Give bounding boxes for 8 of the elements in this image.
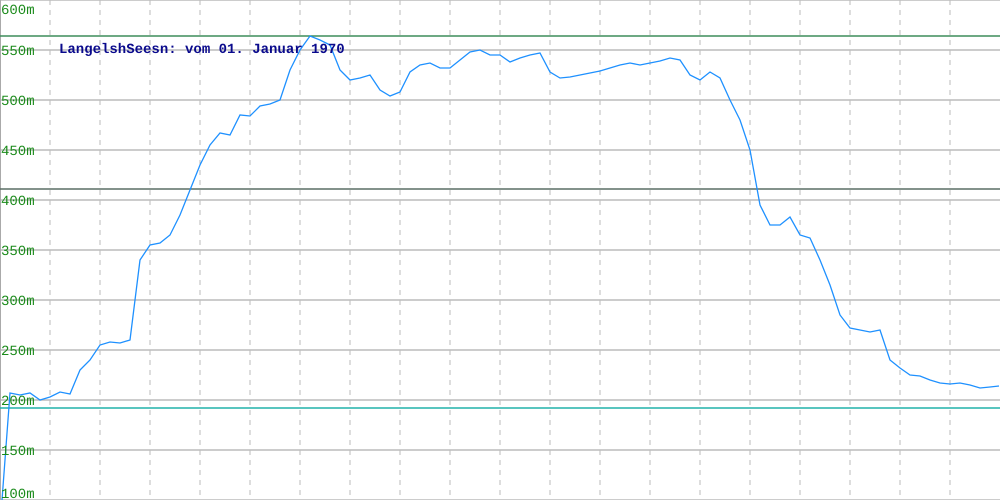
y-tick-label: 300m [1, 294, 35, 310]
y-tick-label: 400m [1, 194, 35, 210]
y-tick-label: 350m [1, 244, 35, 260]
y-tick-label: 550m [1, 44, 35, 60]
y-tick-label: 250m [1, 344, 35, 360]
y-tick-label: 450m [1, 144, 35, 160]
y-tick-label: 500m [1, 94, 35, 110]
y-tick-label: 600m [1, 3, 35, 19]
